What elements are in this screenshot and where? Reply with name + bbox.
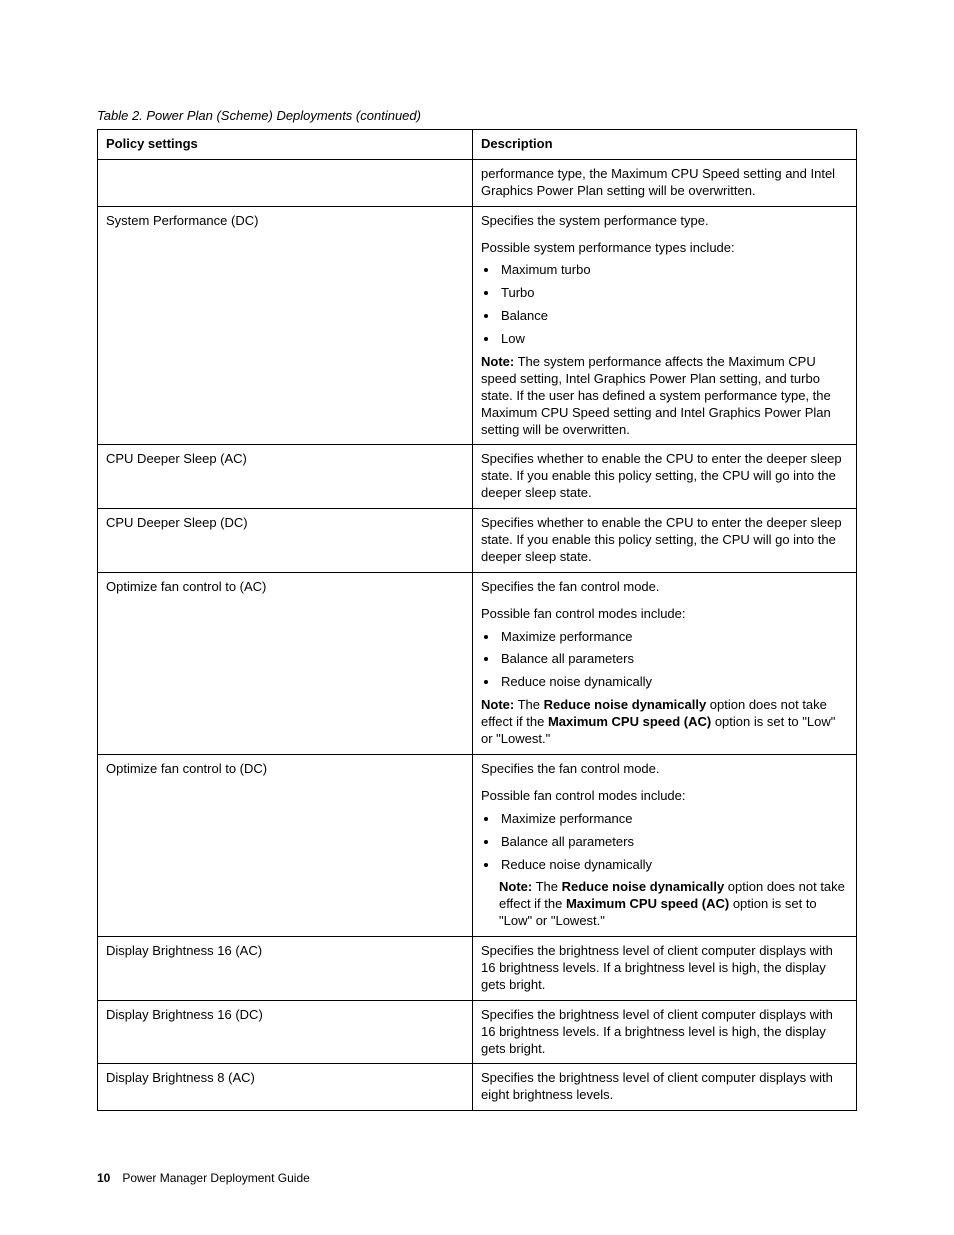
desc-list-intro: Possible fan control modes include:	[481, 788, 848, 805]
list-item: Reduce noise dynamically	[499, 674, 848, 691]
description-cell: Specifies the brightness level of client…	[473, 1000, 857, 1064]
policy-table: Policy settings Description performance …	[97, 129, 857, 1111]
description-cell: Specifies the brightness level of client…	[473, 937, 857, 1001]
description-cell: Specifies the brightness level of client…	[473, 1064, 857, 1111]
table-row: CPU Deeper Sleep (AC) Specifies whether …	[98, 445, 857, 509]
table-header-row: Policy settings Description	[98, 130, 857, 160]
table-row: CPU Deeper Sleep (DC) Specifies whether …	[98, 509, 857, 573]
description-cell: Specifies whether to enable the CPU to e…	[473, 445, 857, 509]
list-item: Reduce noise dynamically	[499, 857, 848, 874]
policy-cell: CPU Deeper Sleep (AC)	[98, 445, 473, 509]
desc-note: Note: The Reduce noise dynamically optio…	[481, 697, 848, 748]
table-row: performance type, the Maximum CPU Speed …	[98, 159, 857, 206]
description-cell: performance type, the Maximum CPU Speed …	[473, 159, 857, 206]
desc-note: Note: The Reduce noise dynamically optio…	[499, 879, 848, 930]
table-row: Display Brightness 16 (DC) Specifies the…	[98, 1000, 857, 1064]
list-item: Maximize performance	[499, 811, 848, 828]
desc-list: Maximize performance Balance all paramet…	[481, 629, 848, 692]
policy-cell: Display Brightness 16 (DC)	[98, 1000, 473, 1064]
header-policy: Policy settings	[98, 130, 473, 160]
list-item: Balance all parameters	[499, 651, 848, 668]
policy-cell: Optimize fan control to (DC)	[98, 754, 473, 936]
note-label: Note:	[481, 354, 514, 369]
list-item: Low	[499, 331, 848, 348]
header-description: Description	[473, 130, 857, 160]
table-row: Display Brightness 8 (AC) Specifies the …	[98, 1064, 857, 1111]
table-row: System Performance (DC) Specifies the sy…	[98, 206, 857, 445]
description-cell: Specifies the fan control mode. Possible…	[473, 572, 857, 754]
desc-note: Note: The system performance affects the…	[481, 354, 848, 438]
table-row: Optimize fan control to (AC) Specifies t…	[98, 572, 857, 754]
desc-list: Maximize performance Balance all paramet…	[481, 811, 848, 874]
table-row: Optimize fan control to (DC) Specifies t…	[98, 754, 857, 936]
table-row: Display Brightness 16 (AC) Specifies the…	[98, 937, 857, 1001]
page-footer: 10 Power Manager Deployment Guide	[97, 1171, 310, 1185]
description-cell: Specifies whether to enable the CPU to e…	[473, 509, 857, 573]
list-item: Balance all parameters	[499, 834, 848, 851]
policy-cell	[98, 159, 473, 206]
note-text: The system performance affects the Maxim…	[481, 354, 831, 437]
note-label: Note:	[499, 879, 532, 894]
note-bold: Reduce noise dynamically	[562, 879, 725, 894]
desc-list-intro: Possible fan control modes include:	[481, 606, 848, 623]
policy-cell: CPU Deeper Sleep (DC)	[98, 509, 473, 573]
desc-intro: Specifies the fan control mode.	[481, 579, 848, 596]
table-caption: Table 2. Power Plan (Scheme) Deployments…	[97, 108, 857, 123]
note-bold: Maximum CPU speed (AC)	[566, 896, 729, 911]
desc-intro: Specifies the system performance type.	[481, 213, 848, 230]
list-item: Balance	[499, 308, 848, 325]
policy-cell: Optimize fan control to (AC)	[98, 572, 473, 754]
desc-intro: Specifies the fan control mode.	[481, 761, 848, 778]
footer-title: Power Manager Deployment Guide	[122, 1171, 309, 1185]
desc-list-intro: Possible system performance types includ…	[481, 240, 848, 257]
page: Table 2. Power Plan (Scheme) Deployments…	[0, 0, 954, 1235]
description-cell: Specifies the fan control mode. Possible…	[473, 754, 857, 936]
policy-cell: System Performance (DC)	[98, 206, 473, 445]
description-cell: Specifies the system performance type. P…	[473, 206, 857, 445]
page-number: 10	[97, 1171, 110, 1185]
list-item: Turbo	[499, 285, 848, 302]
note-bold: Maximum CPU speed (AC)	[548, 714, 711, 729]
note-bold: Reduce noise dynamically	[544, 697, 707, 712]
policy-cell: Display Brightness 8 (AC)	[98, 1064, 473, 1111]
list-item: Maximize performance	[499, 629, 848, 646]
note-label: Note:	[481, 697, 514, 712]
list-item: Maximum turbo	[499, 262, 848, 279]
desc-list: Maximum turbo Turbo Balance Low	[481, 262, 848, 348]
policy-cell: Display Brightness 16 (AC)	[98, 937, 473, 1001]
